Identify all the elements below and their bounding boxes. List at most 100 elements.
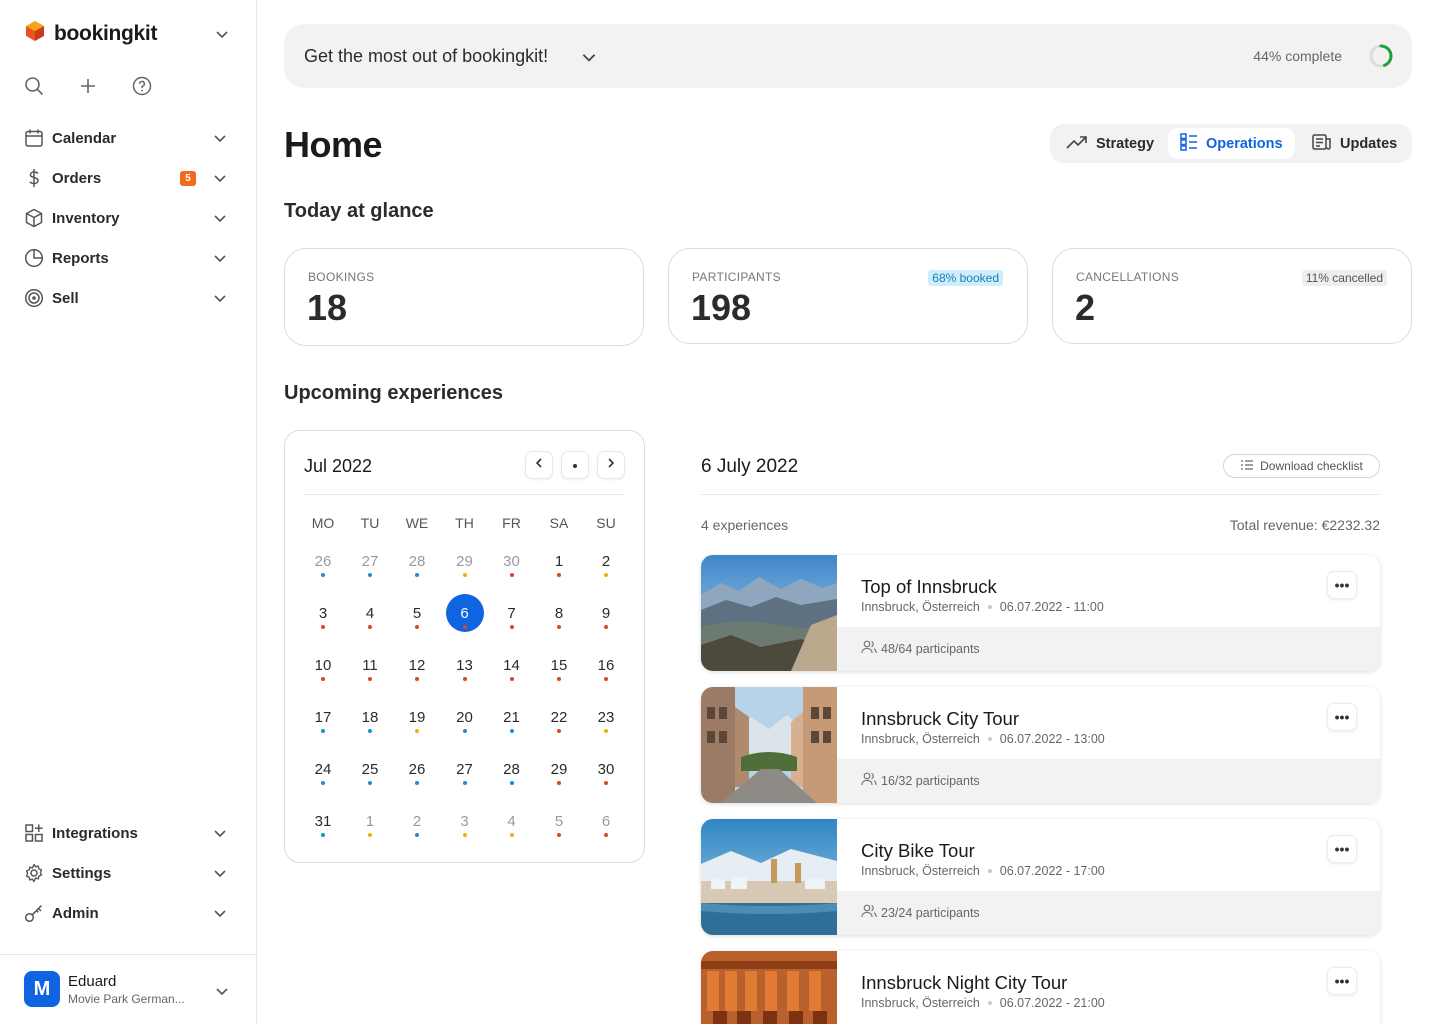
search-icon[interactable] <box>24 76 44 96</box>
sidebar-item-orders[interactable]: Orders 5 <box>24 158 232 198</box>
mountain-photo <box>701 555 837 671</box>
sidebar-item-inventory[interactable]: Inventory <box>24 198 232 238</box>
availability-dot <box>604 625 608 629</box>
banner-title: Get the most out of bookingkit! <box>304 46 549 66</box>
calendar-prev-button[interactable] <box>525 451 553 479</box>
onboarding-banner[interactable]: Get the most out of bookingkit! 44% comp… <box>284 24 1412 88</box>
experience-footer: 48/64 participants <box>837 627 1380 671</box>
availability-dot <box>509 781 514 785</box>
availability-dot <box>415 781 419 785</box>
more-options-button[interactable]: ••• <box>1327 703 1357 731</box>
avatar: M <box>24 971 60 1007</box>
upcoming-section-title: Upcoming experiences <box>284 382 503 404</box>
experience-meta: Innsbruck, Österreich 06.07.2022 - 13:00 <box>861 732 1105 746</box>
availability-dot <box>604 833 608 837</box>
calendar-today-button[interactable] <box>561 451 589 479</box>
trending-up-icon <box>1066 134 1088 154</box>
chevron-down-icon <box>212 250 228 271</box>
more-horizontal-icon: ••• <box>1334 841 1350 857</box>
account-switch-chevron-icon[interactable] <box>214 26 230 47</box>
participants-count: 48/64 participants <box>881 641 980 656</box>
sidebar-nav-main: Calendar Orders 5 Inventory Reports Sell <box>24 118 232 318</box>
chevron-down-icon <box>212 825 228 846</box>
more-options-button[interactable]: ••• <box>1327 835 1357 863</box>
more-options-button[interactable]: ••• <box>1327 571 1357 599</box>
view-tabs: Strategy Operations Updates <box>1050 124 1412 163</box>
chevron-down-icon <box>212 170 228 191</box>
availability-dot <box>462 573 467 577</box>
availability-dot <box>462 677 467 681</box>
experience-card[interactable]: Top of Innsbruck Innsbruck, Österreich 0… <box>701 555 1380 671</box>
selected-date-title: 6 July 2022 <box>701 456 799 477</box>
sidebar-item-label: Admin <box>52 904 99 922</box>
users-icon <box>861 640 877 657</box>
sidebar-item-settings[interactable]: Settings <box>24 853 232 893</box>
availability-dot <box>462 625 467 629</box>
more-options-button[interactable]: ••• <box>1327 967 1357 995</box>
experience-datetime: 06.07.2022 - 13:00 <box>999 732 1105 746</box>
stat-card-cancellations: CANCELLATIONS 2 11% cancelled <box>1052 248 1412 344</box>
sidebar-item-admin[interactable]: Admin <box>24 893 232 933</box>
tab-strategy[interactable]: Strategy <box>1054 128 1166 159</box>
experience-card[interactable]: Innsbruck City Tour Innsbruck, Österreic… <box>701 687 1380 803</box>
brand[interactable]: bookingkit <box>24 20 157 47</box>
chevron-right-icon <box>605 456 617 474</box>
availability-dot <box>557 833 561 837</box>
availability-dot <box>557 573 561 577</box>
experience-meta: Innsbruck, Österreich 06.07.2022 - 17:00 <box>861 864 1105 878</box>
experience-title: Innsbruck Night City Tour <box>861 972 1068 993</box>
availability-dot <box>368 781 372 785</box>
experience-card[interactable]: City Bike Tour Innsbruck, Österreich 06.… <box>701 819 1380 935</box>
tab-updates[interactable]: Updates <box>1300 128 1409 159</box>
availability-dot <box>368 833 372 837</box>
cancelled-chip: 11% cancelled <box>1301 270 1387 286</box>
stat-value: 198 <box>691 287 752 328</box>
stat-label: BOOKINGS <box>308 270 375 284</box>
weekday-header: SA <box>549 515 569 531</box>
sidebar-item-reports[interactable]: Reports <box>24 238 232 278</box>
availability-dot <box>604 677 608 681</box>
sidebar: bookingkit Calendar Orders 5 Inventory R… <box>0 0 257 1024</box>
availability-dot <box>415 833 419 837</box>
sidebar-item-integrations[interactable]: Integrations <box>24 813 232 853</box>
sidebar-item-calendar[interactable]: Calendar <box>24 118 232 158</box>
stat-value: 18 <box>307 287 348 328</box>
checklist-icon <box>1240 459 1254 474</box>
experience-title: City Bike Tour <box>861 840 975 861</box>
calendar-icon <box>24 128 44 148</box>
experience-card[interactable]: Innsbruck Night City Tour Innsbruck, Öst… <box>701 951 1380 1024</box>
tab-operations[interactable]: Operations <box>1168 128 1295 159</box>
rust-sign-photo <box>701 951 837 1024</box>
availability-dot <box>321 833 325 837</box>
experience-location: Innsbruck, Österreich <box>861 600 980 614</box>
separator-dot <box>987 869 992 873</box>
help-icon[interactable] <box>132 76 152 96</box>
availability-dot <box>509 573 514 577</box>
experience-location: Innsbruck, Österreich <box>861 996 980 1010</box>
list-grid-icon <box>1180 132 1198 155</box>
availability-dot <box>368 573 372 577</box>
download-checklist-button[interactable]: Download checklist <box>1223 454 1380 478</box>
plus-icon[interactable] <box>78 76 98 96</box>
participants-info: 23/24 participants <box>861 904 980 921</box>
separator-dot <box>987 737 992 741</box>
user-menu[interactable]: M Eduard Movie Park German... <box>0 954 257 1024</box>
chevron-down-icon[interactable] <box>580 48 598 71</box>
newspaper-icon <box>1312 133 1332 155</box>
stat-label: PARTICIPANTS <box>692 270 781 284</box>
key-icon <box>24 903 44 923</box>
box-icon <box>24 208 44 228</box>
weekday-header: WE <box>405 515 429 531</box>
sidebar-item-label: Reports <box>52 249 109 267</box>
divider <box>701 494 1380 495</box>
calendar-next-button[interactable] <box>597 451 625 479</box>
availability-dot <box>604 729 608 733</box>
participants-info: 16/32 participants <box>861 772 980 789</box>
availability-dot <box>462 833 467 837</box>
availability-dot <box>415 729 419 733</box>
weekday-header: FR <box>502 515 521 531</box>
experience-meta: Innsbruck, Österreich 06.07.2022 - 21:00 <box>861 996 1105 1010</box>
booked-chip: 68% booked <box>928 270 1003 286</box>
sidebar-item-sell[interactable]: Sell <box>24 278 232 318</box>
dot-icon <box>572 456 578 474</box>
